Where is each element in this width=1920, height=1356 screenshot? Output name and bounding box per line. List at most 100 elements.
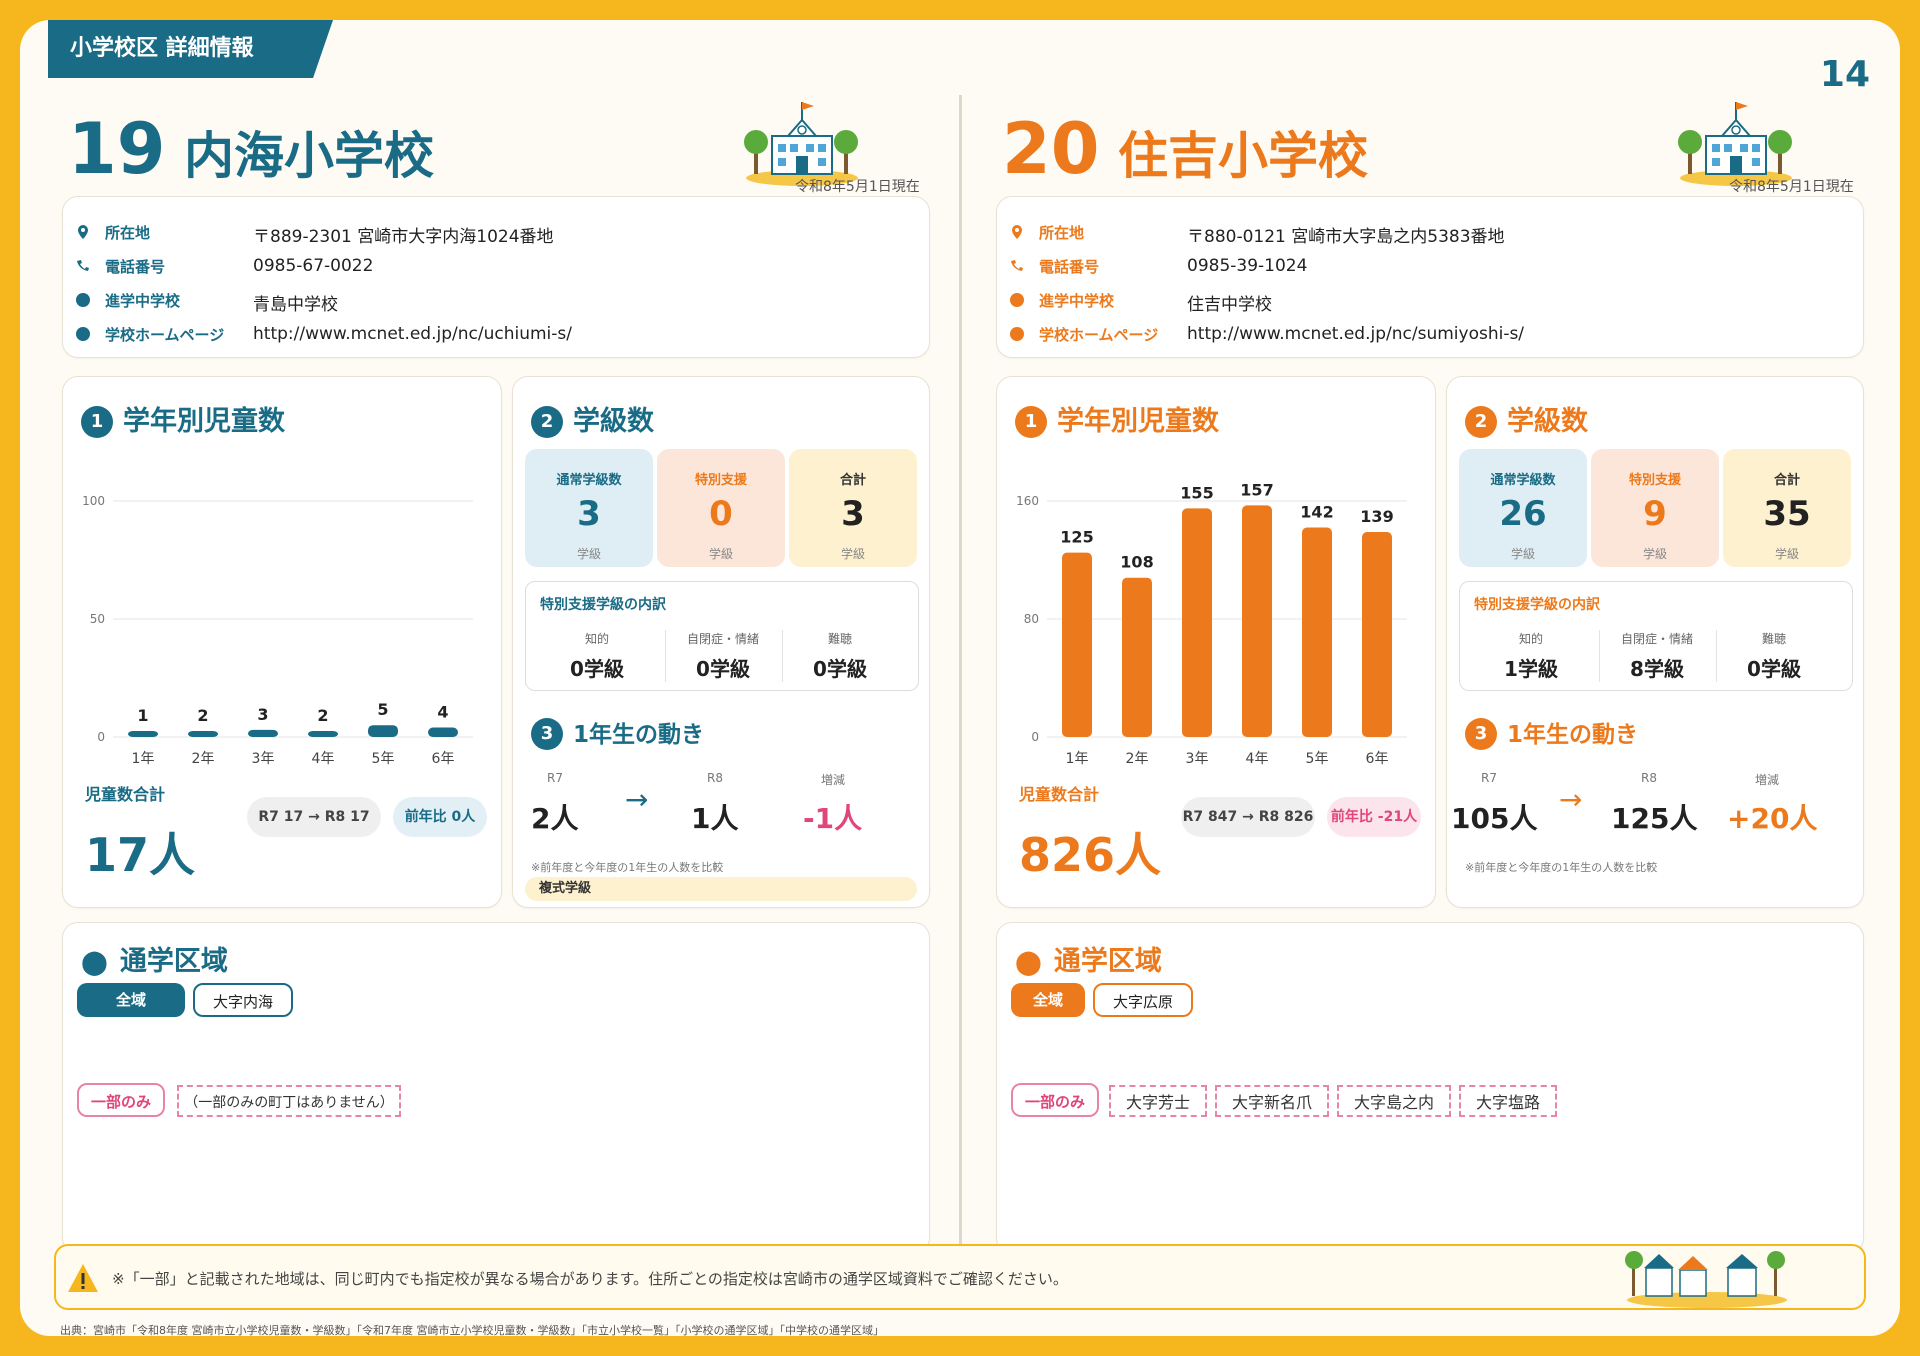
partial-area-tag: 一部のみ	[1011, 1083, 1099, 1117]
page: 小学校区 詳細情報 14 19 内海小学校 令和8年5月1日現在 所在地 〒88…	[20, 20, 1900, 1336]
x-tick-label: 3年	[252, 751, 275, 767]
regular-classes-box: 通常学級数 26 学級	[1459, 449, 1587, 567]
junior-high-label: 進学中学校	[1039, 292, 1115, 310]
district-card: ⬤ 通学区域 全域 大字内海 一部のみ （一部のみの町丁はありません）	[62, 922, 930, 1254]
regular-classes-box: 通常学級数 3 学級	[525, 449, 653, 567]
data-label: 4	[437, 703, 448, 722]
breakdown-autism: 自閉症・情緒 0学級	[665, 630, 780, 682]
partial-area-item: （一部のみの町丁はありません）	[177, 1085, 401, 1117]
bullet-dot-icon	[76, 293, 90, 307]
arrow-right-icon: →	[1559, 783, 1583, 816]
phone-icon	[77, 260, 89, 271]
school-number: 19	[68, 108, 166, 190]
as-of-date: 令和8年5月1日現在	[795, 179, 920, 195]
total-students-label: 児童数合計	[85, 785, 166, 804]
special-classes-box: 特別支援 9 学級	[1591, 449, 1719, 567]
source-citation: 出典：宮崎市「令和8年度 宮崎市立小学校児童数・学級数」「令和7年度 宮崎市立小…	[60, 1324, 884, 1336]
school-panel-19: 19 内海小学校 令和8年5月1日現在 所在地 〒889-2301 宮崎市大字内…	[20, 20, 960, 1260]
data-label: 5	[377, 700, 388, 719]
bar	[188, 731, 218, 737]
phone-value: 0985-39-1024	[1187, 256, 1308, 276]
r7-label: R7	[1481, 771, 1497, 785]
all-area-item: 大字内海	[193, 983, 293, 1017]
special-breakdown-box: 特別支援学級の内訳 知的 1学級 自閉症・情緒 8学級 難聴 0学級	[1459, 581, 1853, 691]
change-value: +20人	[1727, 802, 1818, 835]
x-tick-label: 5年	[372, 751, 395, 767]
phone-value: 0985-67-0022	[253, 256, 374, 276]
school-name: 内海小学校	[184, 127, 434, 185]
students-title: 1 学年別児童数	[81, 399, 285, 438]
bar	[428, 727, 458, 737]
special-breakdown-box: 特別支援学級の内訳 知的 0学級 自閉症・情緒 0学級 難聴 0学級	[525, 581, 919, 691]
classes-card: 2 学級数 通常学級数 26 学級 特別支援 9 学級 合計 35 学級 特別支援…	[1446, 376, 1864, 908]
classes-title: 2 学級数	[531, 399, 654, 438]
district-title: ⬤ 通学区域	[81, 946, 228, 977]
homepage-link[interactable]: http://www.mcnet.ed.jp/nc/sumiyoshi-s/	[1187, 324, 1524, 344]
bullet-dot-icon	[76, 327, 90, 341]
yoy-change-pill: 前年比 0人	[393, 797, 487, 837]
warning-icon	[68, 1264, 98, 1292]
r7-label: R7	[547, 771, 563, 785]
bar	[1302, 527, 1332, 737]
bar	[308, 731, 338, 737]
comparison-note: ※前年度と今年度の1年生の人数を比較	[1465, 861, 1658, 874]
junior-high-label: 進学中学校	[105, 292, 181, 310]
school-number: 20	[1002, 108, 1100, 190]
all-area-tag: 全域	[1011, 983, 1085, 1017]
bar	[1362, 531, 1392, 737]
bar	[128, 731, 158, 737]
phone-icon	[1011, 260, 1023, 271]
phone-row: 電話番号 0985-39-1024	[1007, 253, 1847, 283]
junior-high-value: 住吉中学校	[1187, 295, 1272, 315]
bullet-dot-icon	[1010, 327, 1024, 341]
partial-area-tag: 一部のみ	[77, 1083, 165, 1117]
x-tick-label: 4年	[1246, 751, 1269, 767]
students-card: 1 学年別児童数 0 50 100 1 1年 2 2年 3 3年 2 4年 5 5年 4 6年 児童数合計 1…	[62, 376, 502, 908]
data-label: 142	[1300, 503, 1333, 522]
junior-high-value: 青島中学校	[253, 295, 338, 315]
x-tick-label: 2年	[1126, 751, 1149, 767]
homepage-link[interactable]: http://www.mcnet.ed.jp/nc/uchiumi-s/	[253, 324, 572, 344]
breakdown-hearing: 難聴 0学級	[1716, 630, 1831, 682]
data-label: 155	[1180, 483, 1213, 502]
as-of-date: 令和8年5月1日現在	[1729, 179, 1854, 195]
all-area-tag: 全域	[77, 983, 185, 1017]
special-classes-box: 特別支援 0 学級	[657, 449, 785, 567]
bullet-dot-icon	[1010, 293, 1024, 307]
classes-card: 2 学級数 通常学級数 3 学級 特別支援 0 学級 合計 3 学級 特別支援学級…	[512, 376, 930, 908]
total-classes-box: 合計 35 学級	[1723, 449, 1851, 567]
students-title: 1 学年別児童数	[1015, 399, 1219, 438]
r8-value: 1人	[691, 802, 739, 835]
breakdown-intellectual: 知的 1学級	[1504, 632, 1558, 681]
data-label: 2	[317, 706, 328, 725]
arrow-right-icon: →	[625, 783, 649, 816]
section-number-badge: 2	[531, 406, 563, 438]
address-label: 所在地	[105, 224, 151, 242]
partial-area-item: 大字新名爪	[1215, 1085, 1329, 1117]
x-tick-label: 2年	[192, 751, 215, 767]
y-tick-label: 160	[1016, 494, 1039, 508]
school-building-icon	[744, 102, 858, 186]
bar	[248, 729, 278, 737]
total-students-value: 826人	[1019, 828, 1162, 882]
section-number-badge: 3	[1465, 718, 1497, 750]
homepage-row: 学校ホームページ http://www.mcnet.ed.jp/nc/uchiu…	[73, 321, 913, 351]
r7-value: 105人	[1451, 802, 1538, 835]
classes-title: 2 学級数	[1465, 399, 1588, 438]
bar	[1242, 505, 1272, 737]
year-comparison-pill: R7 847 → R8 826	[1181, 797, 1315, 837]
data-label: 139	[1360, 507, 1393, 526]
school-name: 住吉小学校	[1118, 127, 1368, 185]
address-label: 所在地	[1039, 224, 1085, 242]
address-value: 〒889-2301 宮崎市大字内海1024番地	[253, 227, 554, 247]
r8-value: 125人	[1611, 802, 1698, 835]
x-tick-label: 6年	[1366, 751, 1389, 767]
r8-label: R8	[707, 771, 723, 785]
comparison-note: ※前年度と今年度の1年生の人数を比較	[531, 861, 724, 874]
x-tick-label: 3年	[1186, 751, 1209, 767]
x-tick-label: 6年	[432, 751, 455, 767]
bar	[368, 725, 398, 737]
change-label: 増減	[1755, 773, 1780, 787]
data-label: 108	[1120, 553, 1153, 572]
data-label: 1	[137, 706, 148, 725]
